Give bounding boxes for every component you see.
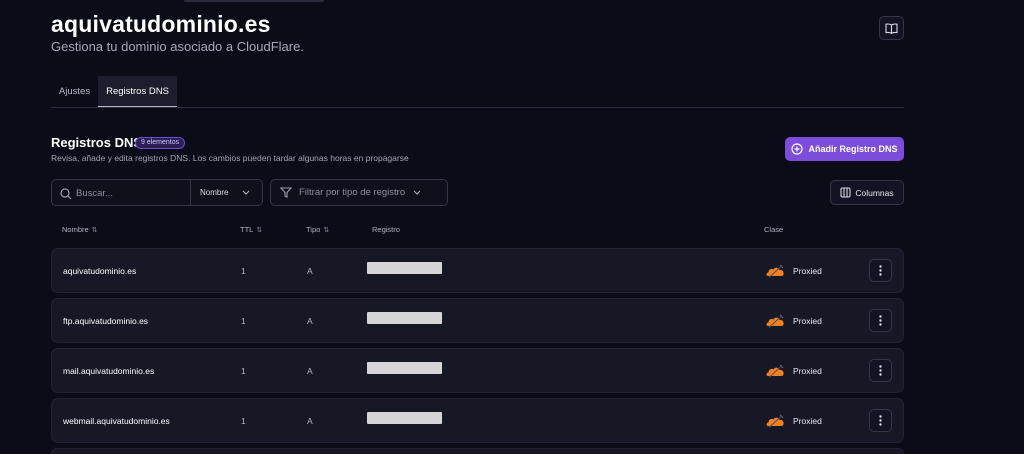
record-type: A (307, 365, 313, 376)
search-field-value: Nombre (200, 188, 229, 197)
record-class-label: Proxied (793, 365, 822, 376)
record-ttl: 1 (241, 415, 246, 426)
table-row[interactable]: webmail.aquivatudominio.es 1 A Proxied (51, 398, 904, 443)
top-strip (184, 0, 324, 2)
record-class-label: Proxied (793, 415, 822, 426)
row-menu-button[interactable] (869, 409, 892, 432)
column-header-record: Registro (372, 225, 400, 234)
columns-icon (840, 187, 851, 198)
more-vertical-icon (879, 265, 882, 276)
search-box: Nombre (51, 179, 263, 206)
table-row[interactable] (51, 448, 904, 454)
record-value-redacted (367, 362, 442, 374)
record-class-label: Proxied (793, 315, 822, 326)
column-header-record-label: Registro (372, 225, 400, 234)
record-value-redacted (367, 312, 442, 324)
docs-button[interactable] (879, 16, 904, 40)
record-ttl: 1 (241, 365, 246, 376)
columns-button[interactable]: Columnas (830, 180, 904, 205)
row-menu-button[interactable] (869, 259, 892, 282)
column-header-name[interactable]: Nombre ⇅ (62, 225, 98, 234)
record-name: ftp.aquivatudominio.es (63, 315, 149, 326)
record-type: A (307, 415, 313, 426)
search-input[interactable] (76, 184, 186, 202)
sort-icon: ⇅ (323, 226, 330, 234)
chevron-down-icon (413, 190, 421, 195)
tab-ajustes[interactable]: Ajustes (51, 76, 98, 107)
column-header-ttl-label: TTL (240, 225, 254, 234)
table-row[interactable]: mail.aquivatudominio.es 1 A Proxied (51, 348, 904, 393)
row-menu-button[interactable] (869, 309, 892, 332)
book-open-icon (885, 22, 898, 34)
more-vertical-icon (879, 365, 882, 376)
tab-registros-dns[interactable]: Registros DNS (98, 76, 177, 107)
table-row[interactable]: aquivatudominio.es 1 A Proxied (51, 248, 904, 293)
more-vertical-icon (879, 315, 882, 326)
record-ttl: 1 (241, 265, 246, 276)
record-type: A (307, 265, 313, 276)
page-subtitle: Gestiona tu dominio asociado a CloudFlar… (51, 39, 304, 54)
search-icon (60, 187, 72, 200)
add-dns-record-label: Añadir Registro DNS (808, 144, 898, 154)
record-ttl: 1 (241, 315, 246, 326)
column-header-class-label: Clase (764, 225, 784, 234)
page-title: aquivatudominio.es (51, 11, 271, 37)
row-menu-button[interactable] (869, 359, 892, 382)
record-class: Proxied (765, 299, 822, 342)
column-header-ttl[interactable]: TTL ⇅ (240, 225, 262, 234)
filter-placeholder: Filtrar por tipo de registro (299, 187, 406, 198)
cloudflare-cloud-icon (766, 314, 784, 328)
column-header-type[interactable]: Tipo ⇅ (306, 225, 329, 234)
plus-circle-icon (791, 143, 804, 155)
filter-icon (280, 187, 292, 198)
column-header-type-label: Tipo (306, 225, 321, 234)
sort-icon: ⇅ (256, 226, 263, 234)
record-class: Proxied (765, 349, 822, 392)
cloudflare-cloud-icon (766, 364, 784, 378)
record-class: Proxied (765, 249, 822, 292)
section-title: Registros DNS (51, 135, 143, 150)
tab-bar: Ajustes Registros DNS (51, 76, 904, 108)
add-dns-record-button[interactable]: Añadir Registro DNS (785, 137, 904, 161)
search-field-select[interactable]: Nombre (191, 180, 263, 205)
record-name: webmail.aquivatudominio.es (63, 415, 170, 426)
record-class: Proxied (765, 399, 822, 442)
columns-label: Columnas (855, 187, 894, 198)
record-value-redacted (367, 412, 442, 424)
column-header-name-label: Nombre (62, 225, 89, 234)
record-type: A (307, 315, 313, 326)
table-row[interactable]: ftp.aquivatudominio.es 1 A Proxied (51, 298, 904, 343)
record-name: mail.aquivatudominio.es (63, 365, 155, 376)
record-type-filter[interactable]: Filtrar por tipo de registro (270, 179, 448, 206)
chevron-down-icon (243, 190, 250, 195)
count-badge: 9 elementos (135, 137, 186, 149)
cloudflare-cloud-icon (766, 414, 784, 428)
cloudflare-cloud-icon (766, 264, 784, 278)
record-class-label: Proxied (793, 265, 822, 276)
sort-icon: ⇅ (91, 226, 98, 234)
more-vertical-icon (879, 415, 882, 426)
record-name: aquivatudominio.es (63, 265, 137, 276)
record-value-redacted (367, 262, 442, 274)
column-header-class: Clase (764, 225, 783, 234)
section-description: Revisa, añade y edita registros DNS. Los… (51, 153, 409, 163)
